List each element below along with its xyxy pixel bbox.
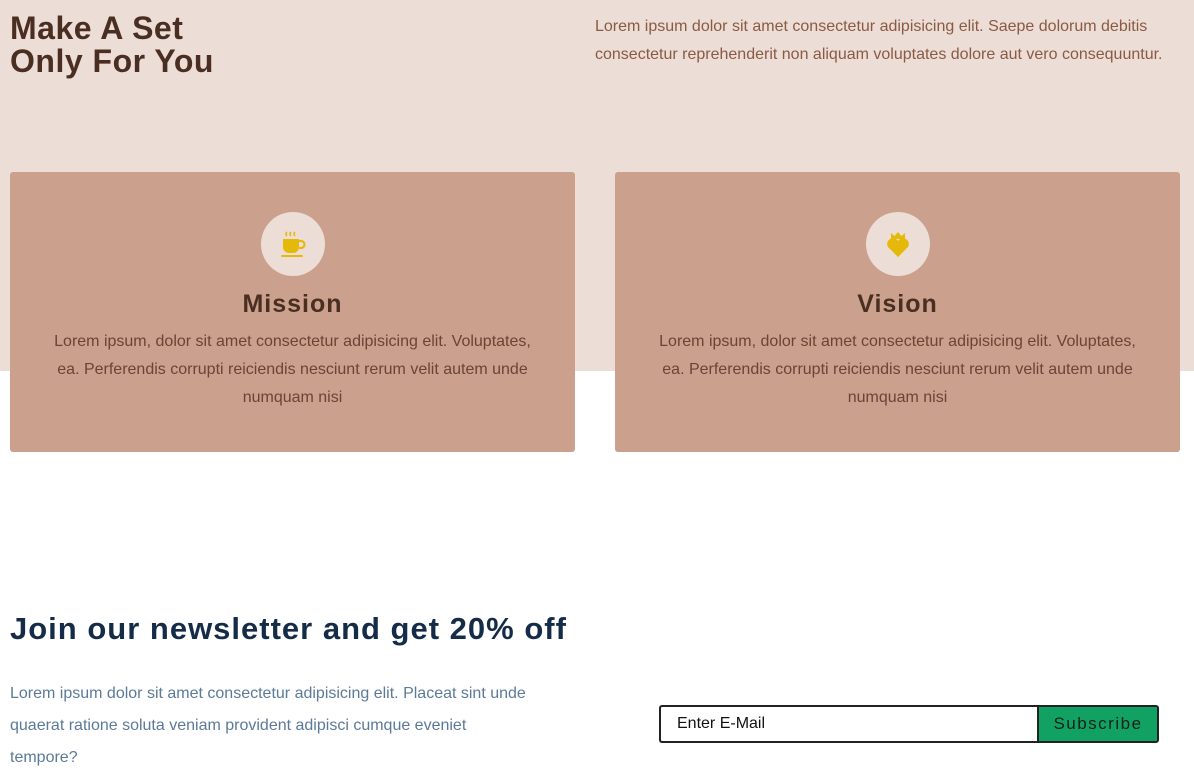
subscribe-button[interactable]: Subscribe [1037,705,1159,743]
vision-card: Vision Lorem ipsum, dolor sit amet conse… [615,172,1180,452]
hero-title-line-2: Only For You [10,43,214,79]
newsletter-description: Lorem ipsum dolor sit amet consectetur a… [10,685,526,766]
vision-text: Lorem ipsum, dolor sit amet consectetur … [659,333,1136,406]
email-input[interactable] [659,705,1037,743]
newsletter-form: Subscribe [659,705,1159,743]
mission-text: Lorem ipsum, dolor sit amet consectetur … [54,333,531,406]
hero-title: Make A Set Only For You [10,12,214,78]
vision-title: Vision [857,290,938,318]
mission-card: Mission Lorem ipsum, dolor sit amet cons… [10,172,575,452]
newsletter-title: Join our newsletter and get 20% off [10,611,567,646]
hero-description: Lorem ipsum dolor sit amet consectetur a… [595,18,1163,63]
crowned-heart-icon [866,212,930,276]
mission-title: Mission [242,290,343,318]
hero-title-line-1: Make A Set [10,10,184,46]
coffee-cup-icon [261,212,325,276]
